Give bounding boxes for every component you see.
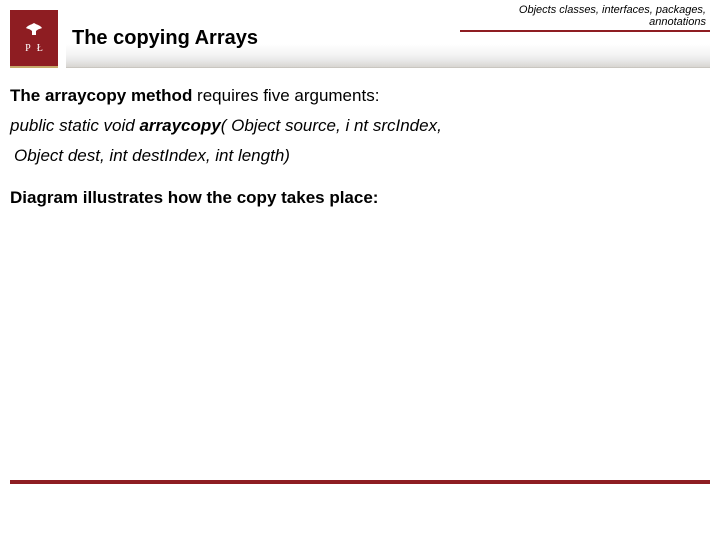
breadcrumb-underline <box>460 30 710 32</box>
intro-rest: requires five arguments: <box>192 86 379 105</box>
signature-line-1: public static void arraycopy( Object sou… <box>10 116 710 136</box>
logo-letter-right: Ł <box>37 43 43 54</box>
signature-line-2: Object dest, int destIndex, int length) <box>10 146 710 166</box>
breadcrumb: Objects classes, interfaces, packages, a… <box>519 4 706 28</box>
institution-logo: P Ł <box>10 10 58 68</box>
sig-prefix: public static void <box>10 116 139 135</box>
slide-body: The arraycopy method requires five argum… <box>0 72 720 208</box>
breadcrumb-line1: Objects classes, interfaces, packages, <box>519 4 706 16</box>
sig-params-1: ( Object source, i nt srcIndex, <box>221 116 442 135</box>
diagram-caption: Diagram illustrates how the copy takes p… <box>10 188 710 208</box>
intro-bold: The arraycopy method <box>10 86 192 105</box>
slide: P Ł The copying Arrays Objects classes, … <box>0 0 720 540</box>
slide-header: P Ł The copying Arrays Objects classes, … <box>0 0 720 72</box>
eagle-icon <box>24 22 44 41</box>
logo-letter-left: P <box>25 43 31 54</box>
slide-title: The copying Arrays <box>72 27 258 50</box>
footer-rule <box>10 480 710 484</box>
sig-method-name: arraycopy <box>139 116 220 135</box>
breadcrumb-line2: annotations <box>519 16 706 28</box>
intro-line: The arraycopy method requires five argum… <box>10 86 710 106</box>
logo-letters: P Ł <box>25 43 43 54</box>
